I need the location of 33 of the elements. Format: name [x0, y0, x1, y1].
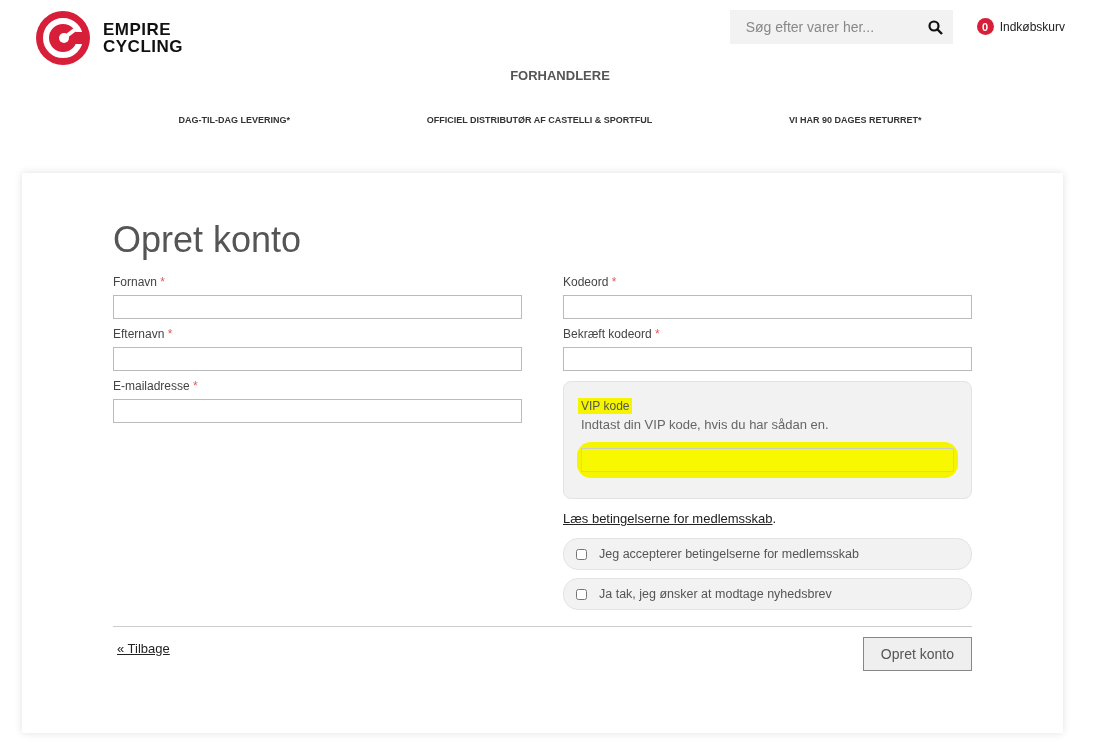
checkbox-row[interactable]: Ja tak, jeg ønsker at modtage nyhedsbrev: [563, 578, 972, 610]
cart-link[interactable]: Indkøbskurv: [999, 19, 1065, 34]
input-field[interactable]: [113, 399, 522, 423]
nav-link[interactable]: FORHANDLERE: [510, 68, 610, 83]
field-label: Fornavn *: [113, 275, 167, 289]
input-field[interactable]: [113, 347, 522, 371]
vip-code-title: VIP kode: [578, 398, 633, 414]
terms-punctuation: .: [772, 511, 777, 526]
create-account-button[interactable]: Opret konto: [862, 637, 972, 671]
field-label: Bekræft kodeord *: [563, 327, 661, 341]
input-field[interactable]: [113, 295, 522, 319]
logo-text: EMPIRE: [103, 21, 173, 38]
field-label: E-mailadresse *: [113, 379, 199, 393]
back-link[interactable]: « Tilbage: [117, 641, 170, 656]
checkbox[interactable]: [576, 588, 587, 600]
field-label: Kodeord *: [563, 275, 618, 289]
usp-text: OFFICIEL DISTRIBUTØR AF CASTELLI & SPORTFUL: [426, 115, 653, 125]
logo-text: CYCLING: [103, 38, 183, 55]
usp-text: DAG-TIL-DAG LEVERING*: [178, 115, 290, 125]
vip-code-field[interactable]: [581, 448, 954, 472]
field-label: Efternavn *: [113, 327, 174, 341]
checkbox-row[interactable]: Jeg accepterer betingelserne for medlemsskab: [563, 538, 972, 570]
usp-text: VI HAR 90 DAGES RETURRET*: [789, 115, 922, 125]
vip-code-hint: Indtast din VIP kode, hvis du har sådan en.: [581, 417, 830, 432]
page-title: Opret konto: [113, 219, 303, 261]
input-field[interactable]: [563, 295, 972, 319]
checkbox[interactable]: [576, 548, 587, 560]
cart-count-badge: 0: [976, 18, 994, 35]
search-icon[interactable]: [927, 20, 943, 35]
terms-link[interactable]: Læs betingelserne for medlemsskab: [563, 511, 773, 526]
search-field[interactable]: Søg efter varer her...: [729, 10, 953, 44]
logo-icon: [35, 10, 91, 66]
input-field[interactable]: [563, 347, 972, 371]
